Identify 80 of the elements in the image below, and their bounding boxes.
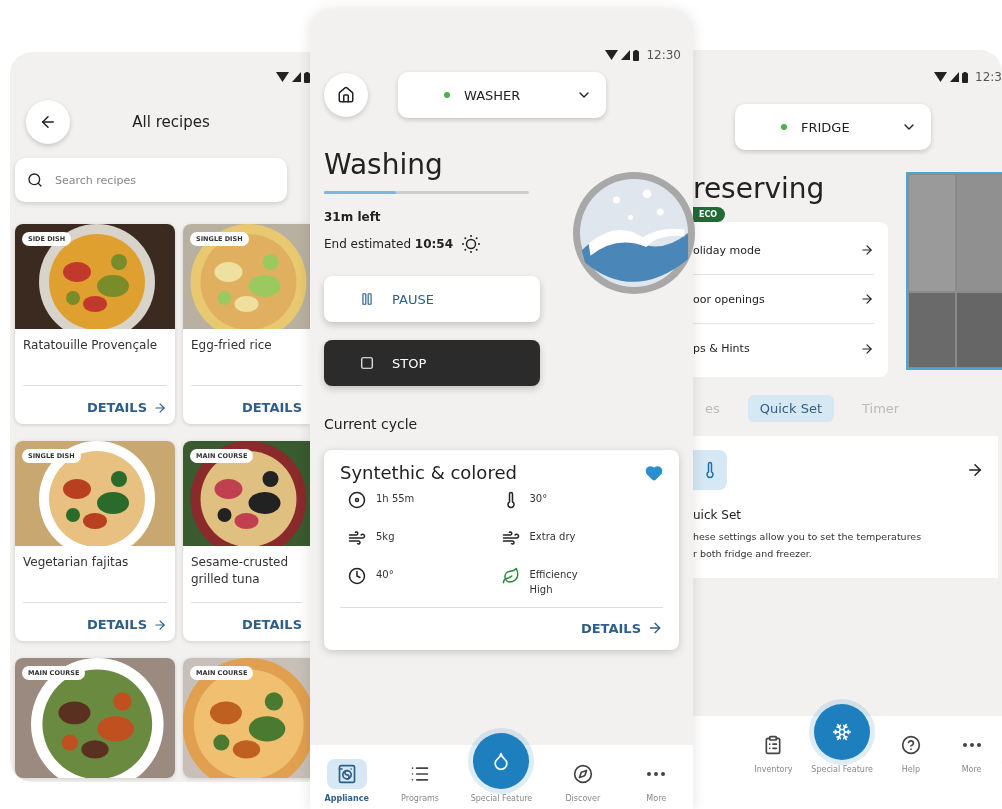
arrow-right-icon — [860, 243, 874, 257]
status-time: 12:3 — [975, 70, 1002, 84]
heart-icon[interactable] — [645, 463, 663, 482]
arrow-right-icon — [153, 400, 167, 415]
recipe-name: Vegetarian fajitas — [22, 554, 130, 571]
nav-item[interactable]: Programs — [390, 759, 451, 803]
menu-item[interactable]: oliday mode — [693, 226, 874, 275]
arrow-right-icon — [966, 461, 984, 479]
more-icon — [647, 772, 666, 776]
spec-value: 30° — [529, 492, 548, 506]
tab[interactable]: Quick Set — [747, 395, 835, 422]
stop-icon — [360, 356, 374, 370]
wind-icon — [348, 529, 366, 547]
device-dropdown[interactable]: WASHER — [398, 72, 606, 118]
snowflake-icon — [832, 722, 853, 742]
spec-value: 5kg — [376, 530, 395, 544]
more-icon — [962, 743, 981, 747]
clock-icon — [348, 567, 366, 585]
signal-icon — [292, 72, 301, 82]
stop-button[interactable]: STOP — [324, 340, 540, 386]
card-title: uick Set — [693, 508, 742, 522]
wind-icon — [501, 529, 520, 547]
eco-badge: ECO — [693, 207, 726, 222]
recipe-name: Egg-fried rice — [190, 337, 273, 354]
spec-value: Extra dry — [529, 530, 576, 544]
arrow-right-icon — [860, 341, 874, 356]
status-title: Washing — [324, 148, 444, 181]
home-icon — [337, 86, 355, 104]
recipe-name: Ratatouille Provençale — [22, 337, 159, 354]
pause-button[interactable]: PAUSE — [324, 276, 540, 322]
search-field[interactable]: Search recipes — [15, 158, 287, 202]
drum-icon — [348, 491, 366, 509]
sun-icon — [461, 234, 482, 254]
recipe-name: Sesame-crusted grilled tuna — [190, 554, 290, 588]
clipboard-icon — [763, 735, 784, 755]
battery-icon — [633, 49, 640, 61]
nav-item[interactable]: Help — [880, 730, 941, 774]
quick-set-card[interactable]: uick Set hese settings allow you to set the temperatures r both fridge and freezer. — [693, 436, 998, 578]
wifi-icon — [934, 72, 948, 82]
status-time: 12:30 — [646, 48, 681, 62]
menu-item[interactable]: ps & Hints — [693, 324, 874, 373]
battery-icon — [962, 71, 969, 83]
search-icon — [27, 172, 43, 188]
details-link[interactable]: DETAILS — [86, 617, 167, 632]
details-link[interactable]: DETAILS — [86, 400, 167, 415]
menu-item[interactable]: oor openings — [693, 275, 874, 324]
details-link[interactable]: DETAILS — [241, 617, 302, 632]
time-left: 31m left — [324, 210, 382, 224]
arrow-right-icon — [860, 292, 874, 306]
spec-value: Efficiency High — [529, 568, 578, 597]
details-link[interactable]: DETAILS — [580, 620, 663, 636]
signal-icon — [621, 50, 631, 60]
nav-item[interactable]: Discover — [552, 759, 613, 803]
battery-icon — [304, 71, 310, 83]
nav-item[interactable]: Inventory — [743, 730, 804, 774]
nav-item[interactable]: More — [941, 730, 1002, 774]
pause-icon — [360, 292, 374, 306]
section-title: Current cycle — [324, 416, 419, 432]
end-estimate: End estimated 10:54 — [324, 237, 454, 251]
wifi-icon — [605, 50, 619, 60]
spec-value: 1h 55m — [376, 492, 415, 506]
signal-icon — [950, 72, 960, 82]
leaf-icon — [501, 567, 520, 585]
screen-title: All recipes — [131, 113, 211, 131]
list-icon — [410, 764, 431, 784]
card-description: hese settings allow you to set the temperatures r both fridge and freezer. — [693, 530, 923, 561]
arrow-right-icon — [647, 620, 663, 636]
nav-item[interactable]: More — [626, 759, 687, 803]
cycle-name: Syntethic & colored — [340, 462, 517, 483]
back-button[interactable] — [26, 100, 70, 144]
nav-item[interactable]: Appliance — [316, 759, 377, 803]
device-dropdown[interactable]: FRIDGE — [735, 104, 931, 150]
help-icon — [900, 735, 921, 755]
details-link[interactable]: DETAILS — [241, 400, 302, 415]
home-button[interactable] — [324, 73, 368, 117]
washing-machine-icon — [336, 764, 357, 784]
wifi-icon — [276, 72, 289, 82]
status-title: reserving — [693, 172, 826, 205]
compass-icon — [572, 764, 593, 784]
spec-value: 40° — [376, 568, 394, 582]
